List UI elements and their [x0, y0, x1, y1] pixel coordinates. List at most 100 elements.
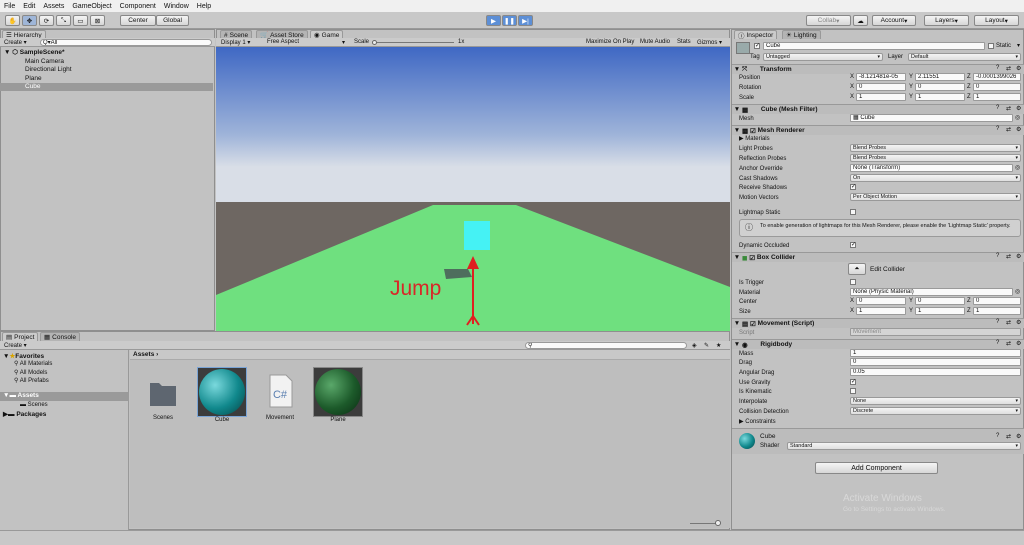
center-y-input[interactable]: 0 [915, 297, 965, 305]
enabled-check-icon[interactable]: ☑ [750, 320, 756, 328]
help-icon[interactable]: ? [996, 340, 999, 346]
is-kinematic-checkbox[interactable] [850, 388, 856, 394]
receive-shadows-checkbox[interactable]: ✓ [850, 184, 856, 190]
lightmap-static-checkbox[interactable] [850, 209, 856, 215]
preset-icon[interactable]: ⇄ [1006, 319, 1011, 326]
preset-icon[interactable]: ⇄ [1006, 433, 1011, 440]
preset-icon[interactable]: ⇄ [1006, 105, 1011, 112]
rotation-x-input[interactable]: 0 [856, 83, 906, 91]
rotate-tool-icon[interactable]: ⟳ [39, 15, 54, 26]
tree-assets[interactable]: ▼▬ Assets [0, 392, 129, 401]
gizmos-dropdown[interactable]: Gizmos ▾ [697, 39, 722, 47]
static-checkbox[interactable] [988, 43, 994, 49]
gear-icon[interactable]: ⚙ [1016, 340, 1021, 347]
position-y-input[interactable]: 2.11551 [915, 73, 965, 81]
hierarchy-item-cube[interactable]: Cube [0, 82, 213, 91]
static-dropdown-arrow-icon[interactable]: ▾ [1017, 42, 1020, 49]
transform-tool-icon[interactable]: ⊠ [90, 15, 105, 26]
favorite-all-prefabs[interactable]: ⚲ All Prefabs [14, 377, 49, 384]
scale-x-input[interactable]: 1 [856, 93, 906, 101]
scale-z-input[interactable]: 1 [973, 93, 1021, 101]
favorite-all-materials[interactable]: ⚲ All Materials [14, 360, 52, 367]
stats-toggle[interactable]: Stats [677, 39, 691, 45]
object-name-input[interactable]: Cube [763, 42, 985, 50]
help-icon[interactable]: ? [996, 126, 999, 132]
zoom-slider-thumb[interactable] [715, 520, 721, 526]
gear-icon[interactable]: ⚙ [1016, 105, 1021, 112]
reflection-probes-dropdown[interactable]: Blend Probes [850, 154, 1021, 162]
is-trigger-checkbox[interactable] [850, 279, 856, 285]
motion-vectors-dropdown[interactable]: Per Object Motion [850, 193, 1021, 201]
tree-packages[interactable]: ▶▬ Packages [3, 410, 46, 418]
movement-script-header[interactable]: ▼ ▤ ☑ Movement (Script) [732, 318, 1024, 328]
game-viewport[interactable]: Jump [216, 47, 730, 331]
help-icon[interactable]: ? [996, 105, 999, 111]
size-z-input[interactable]: 1 [973, 307, 1021, 315]
edit-collider-button[interactable]: ⏶ [848, 263, 866, 275]
rigidbody-header[interactable]: ▼ ◉ Rigidbody [732, 339, 1024, 349]
materials-row[interactable]: ▶ Materials [736, 134, 1022, 143]
move-tool-icon[interactable]: ✥ [22, 15, 37, 26]
display-dropdown[interactable]: Display 1 ▾ [221, 39, 250, 47]
shader-dropdown[interactable]: Standard [787, 442, 1021, 450]
breadcrumb-assets[interactable]: Assets [133, 351, 154, 358]
layout-dropdown[interactable]: Layout ▾ [974, 15, 1019, 26]
collision-detection-dropdown[interactable]: Discrete [850, 407, 1021, 415]
position-z-input[interactable]: -0.0001399026 [973, 73, 1021, 81]
scene-root[interactable]: ▼ ⬡ SampleScene* [0, 48, 213, 57]
menu-edit[interactable]: Edit [23, 3, 35, 10]
tab-project[interactable]: ▤ Project [2, 332, 39, 341]
filter-type-icon[interactable]: ◈ [692, 342, 697, 349]
menu-gameobject[interactable]: GameObject [72, 3, 111, 10]
pivot-center-button[interactable]: Center [120, 15, 156, 26]
asset-scenes[interactable]: Scenes [137, 367, 189, 421]
use-gravity-checkbox[interactable]: ✓ [850, 379, 856, 385]
help-icon[interactable]: ? [996, 65, 999, 71]
scale-slider-thumb[interactable] [372, 39, 377, 45]
rotation-z-input[interactable]: 0 [973, 83, 1021, 91]
enabled-check-icon[interactable]: ☑ [749, 254, 755, 262]
asset-plane[interactable]: Plane [312, 367, 364, 423]
anchor-override-field[interactable]: None (Transform) [850, 164, 1013, 172]
gear-icon[interactable]: ⚙ [1016, 433, 1021, 440]
layer-dropdown[interactable]: Default [908, 53, 1021, 61]
asset-cube[interactable]: Cube [196, 367, 248, 423]
gear-icon[interactable]: ⚙ [1016, 65, 1021, 72]
account-dropdown[interactable]: Account ▾ [872, 15, 916, 26]
aspect-dropdown[interactable]: Free Aspect [267, 39, 299, 45]
preset-icon[interactable]: ⇄ [1006, 126, 1011, 133]
filter-label-icon[interactable]: ✎ [704, 342, 709, 349]
hand-tool-icon[interactable]: ✋ [5, 15, 20, 26]
object-picker-icon[interactable]: ◎ [1015, 114, 1020, 121]
object-picker-icon[interactable]: ◎ [1015, 164, 1020, 171]
gear-icon[interactable]: ⚙ [1016, 253, 1021, 260]
object-picker-icon[interactable]: ◎ [1015, 288, 1020, 295]
hierarchy-item-main-camera[interactable]: Main Camera [0, 57, 213, 66]
gear-icon[interactable]: ⚙ [1016, 126, 1021, 133]
hierarchy-search-input[interactable]: Q▾All [40, 38, 212, 46]
tab-console[interactable]: ▦ Console [40, 332, 81, 341]
constraints-row[interactable]: ▶ Constraints [736, 417, 1022, 426]
tab-inspector[interactable]: ⓘ Inspector [734, 30, 778, 40]
hierarchy-item-plane[interactable]: Plane [0, 74, 213, 83]
preset-icon[interactable]: ⇄ [1006, 65, 1011, 72]
preset-icon[interactable]: ⇄ [1006, 340, 1011, 347]
physic-material-field[interactable]: None (Physic Material) [850, 288, 1013, 296]
menu-help[interactable]: Help [197, 3, 211, 10]
angular-drag-input[interactable]: 0.05 [850, 368, 1021, 376]
scale-y-input[interactable]: 1 [915, 93, 965, 101]
size-y-input[interactable]: 1 [915, 307, 965, 315]
project-search-input[interactable]: ⚲ [525, 341, 687, 349]
dynamic-occluded-checkbox[interactable]: ✓ [850, 242, 856, 248]
scale-tool-icon[interactable]: ⤡ [56, 15, 71, 26]
scale-slider-track[interactable] [374, 42, 454, 43]
light-probes-dropdown[interactable]: Blend Probes [850, 144, 1021, 152]
help-icon[interactable]: ? [996, 253, 999, 259]
cast-shadows-dropdown[interactable]: On [850, 174, 1021, 182]
favorites-header[interactable]: ▼★Favorites [3, 352, 44, 360]
menu-component[interactable]: Component [120, 3, 156, 10]
play-icon[interactable]: ▶ [486, 15, 501, 26]
help-icon[interactable]: ? [996, 319, 999, 325]
center-z-input[interactable]: 0 [973, 297, 1021, 305]
collab-dropdown[interactable]: Collab ▾ [806, 15, 851, 26]
